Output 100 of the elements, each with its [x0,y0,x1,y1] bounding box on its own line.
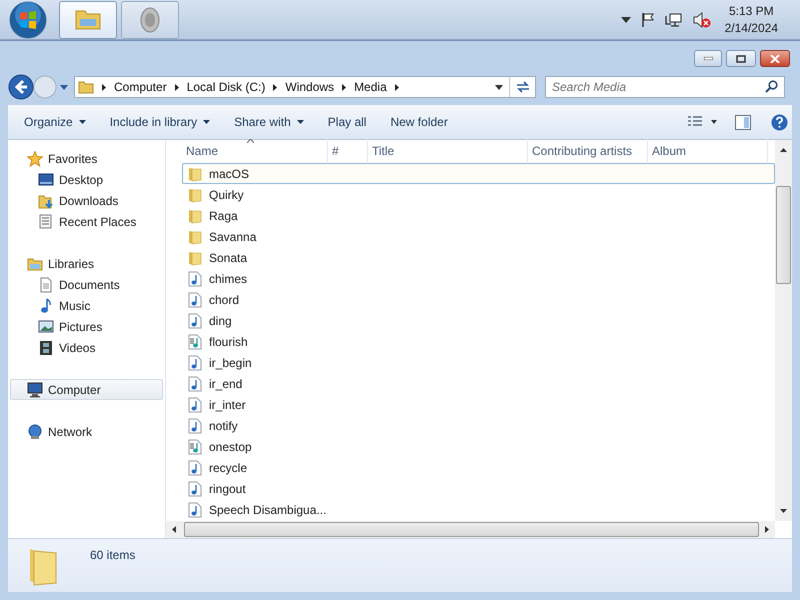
clock-time[interactable]: 5:13 PM [728,2,774,20]
file-row[interactable]: ding [182,310,775,331]
sidebar-item[interactable]: Documents [10,274,163,295]
desktop-icon [38,172,54,188]
folder-icon [187,250,203,266]
file-row[interactable]: ir_inter [182,394,775,415]
sidebar-item[interactable]: Downloads [10,190,163,211]
taskbar-button[interactable] [121,0,179,38]
start-orb-icon[interactable] [9,0,47,38]
refresh-icon[interactable] [514,80,530,94]
address-bar[interactable]: Computer Local Disk (C:) Windows Media [74,76,536,98]
search-field[interactable]: Search Media [545,76,785,98]
audio-file-icon [187,354,203,370]
music-file-icon [187,334,203,350]
caret-icon [78,120,86,124]
chevron-icon[interactable] [272,82,278,92]
clock-date[interactable]: 2/14/2024 [724,20,778,36]
breadcrumb-item[interactable]: Local Disk (C:) [186,78,266,96]
sidebar-item[interactable]: Desktop [10,169,163,190]
column-header[interactable]: Album [648,139,768,162]
chevron-icon[interactable] [620,16,631,22]
maximize-button[interactable] [726,50,756,67]
file-row[interactable]: Quirky [182,184,775,205]
item-count: 60 items [90,547,136,564]
sidebar-item[interactable]: Favorites [10,148,163,169]
file-row[interactable]: Savanna [182,226,775,247]
dropdown-caret-icon[interactable] [495,84,503,90]
preview-pane-icon[interactable] [735,114,751,130]
recent-places-icon [38,214,54,230]
file-row[interactable]: macOS [182,163,775,184]
picture-icon [38,318,54,334]
audio-file-icon [187,396,203,412]
chevron-icon[interactable] [101,82,107,92]
file-row[interactable]: chimes [182,268,775,289]
file-row[interactable]: onestop [182,436,775,457]
toolbar-button[interactable]: Play all [320,110,374,134]
breadcrumb-item[interactable]: Windows [285,78,334,96]
file-row[interactable]: flourish [182,331,775,352]
file-row[interactable]: Sonata [182,247,775,268]
toolbar-button[interactable]: Share with [226,110,312,134]
music-note-icon [38,298,54,314]
history-caret-icon[interactable] [60,84,68,90]
minimize-icon [704,57,712,60]
toolbar-button[interactable]: New folder [382,110,456,134]
scrollbar-thumb[interactable] [776,186,791,284]
sidebar-item[interactable]: Computer [10,379,163,400]
file-row[interactable]: notify [182,415,775,436]
sidebar-item[interactable]: Pictures [10,316,163,337]
file-row[interactable]: ringout [182,478,775,499]
audio-file-icon [187,292,203,308]
breadcrumb-item[interactable]: Computer [114,78,167,96]
file-row[interactable]: ir_end [182,373,775,394]
audio-file-icon [187,312,203,328]
taskbar-button[interactable] [59,0,117,38]
muted-speaker-icon[interactable] [692,12,711,28]
caret-icon [296,120,304,124]
column-header[interactable]: Title [368,139,528,162]
column-header[interactable]: Contributing artists [528,139,648,162]
breadcrumb-item[interactable]: Media [354,78,387,96]
chevron-icon[interactable] [394,82,400,92]
folder-icon [187,228,203,244]
column-header[interactable]: Name [182,139,328,162]
folder-icon [187,208,203,224]
toolbar-button[interactable]: Organize [16,110,94,134]
file-row[interactable]: chord [182,289,775,310]
file-row[interactable]: Speech Disambigua... [182,499,775,520]
sidebar-item[interactable]: Recent Places [10,211,163,232]
file-row[interactable]: Raga [182,205,775,226]
star-icon [27,150,43,166]
scroll-down-icon[interactable] [780,509,787,513]
minimize-button[interactable] [694,50,722,67]
file-row[interactable]: ir_begin [182,352,775,373]
view-options-icon[interactable] [687,116,717,128]
toolbar-button[interactable]: Include in library [102,110,218,134]
vertical-scrollbar[interactable] [775,140,792,521]
audio-file-icon [187,502,203,518]
network-icon[interactable] [664,12,683,28]
audio-file-icon [187,418,203,434]
chevron-icon[interactable] [341,82,348,92]
flag-icon[interactable] [640,12,655,28]
close-button[interactable] [760,50,790,67]
column-header[interactable]: # [328,139,368,162]
scroll-up-icon[interactable] [780,148,787,152]
scroll-right-icon[interactable] [765,526,769,533]
sidebar-item[interactable]: Videos [10,337,163,358]
sidebar-item[interactable]: Music [10,295,163,316]
scroll-left-icon[interactable] [172,526,176,533]
folder-icon [187,166,203,182]
audio-file-icon [187,376,203,392]
scrollbar-thumb[interactable] [184,522,759,537]
audio-file-icon [187,480,203,496]
back-icon[interactable] [8,74,34,100]
help-icon[interactable] [771,114,788,130]
horizontal-scrollbar[interactable] [166,521,775,538]
audio-file-icon [187,270,203,286]
sidebar-item[interactable]: Network [10,421,163,442]
film-icon [38,340,54,356]
file-row[interactable]: recycle [182,457,775,478]
sidebar-item[interactable]: Libraries [10,253,163,274]
chevron-icon[interactable] [174,82,180,92]
